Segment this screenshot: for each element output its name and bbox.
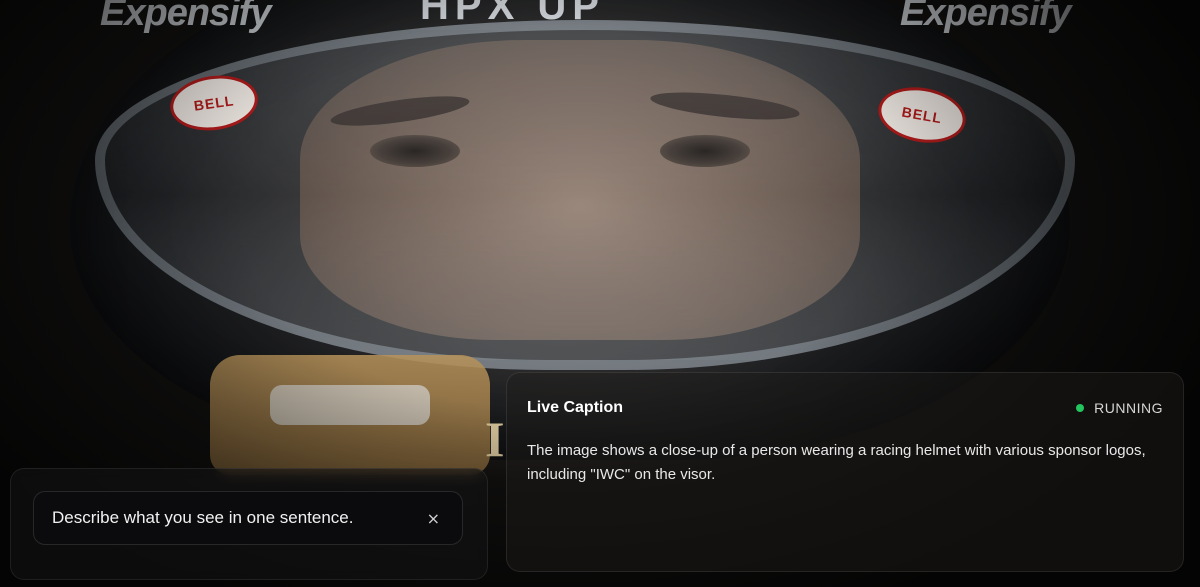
prompt-panel: Describe what you see in one sentence. × [10, 468, 488, 580]
chin-vent [270, 385, 430, 425]
sponsor-logo-center: HPX UP [420, 0, 605, 28]
chin-logo: I [485, 411, 505, 467]
video-frame: Expensify Expensify HPX UP BELL BELL I D… [0, 0, 1200, 587]
status-dot-icon [1076, 404, 1085, 412]
caption-header: Live Caption RUNNING [527, 399, 1163, 417]
caption-title: Live Caption [527, 399, 624, 416]
status-text: RUNNING [1094, 400, 1163, 416]
caption-text: The image shows a close-up of a person w… [527, 442, 1146, 483]
prompt-input[interactable]: Describe what you see in one sentence. × [33, 491, 463, 545]
status-indicator: RUNNING [1076, 400, 1163, 416]
prompt-text[interactable]: Describe what you see in one sentence. [52, 508, 423, 528]
sponsor-logo-right: Expensify [900, 0, 1072, 34]
live-caption-panel: Live Caption RUNNING The image shows a c… [506, 372, 1184, 572]
sponsor-logo-left: Expensify [100, 0, 272, 34]
clear-prompt-button[interactable]: × [423, 505, 444, 532]
